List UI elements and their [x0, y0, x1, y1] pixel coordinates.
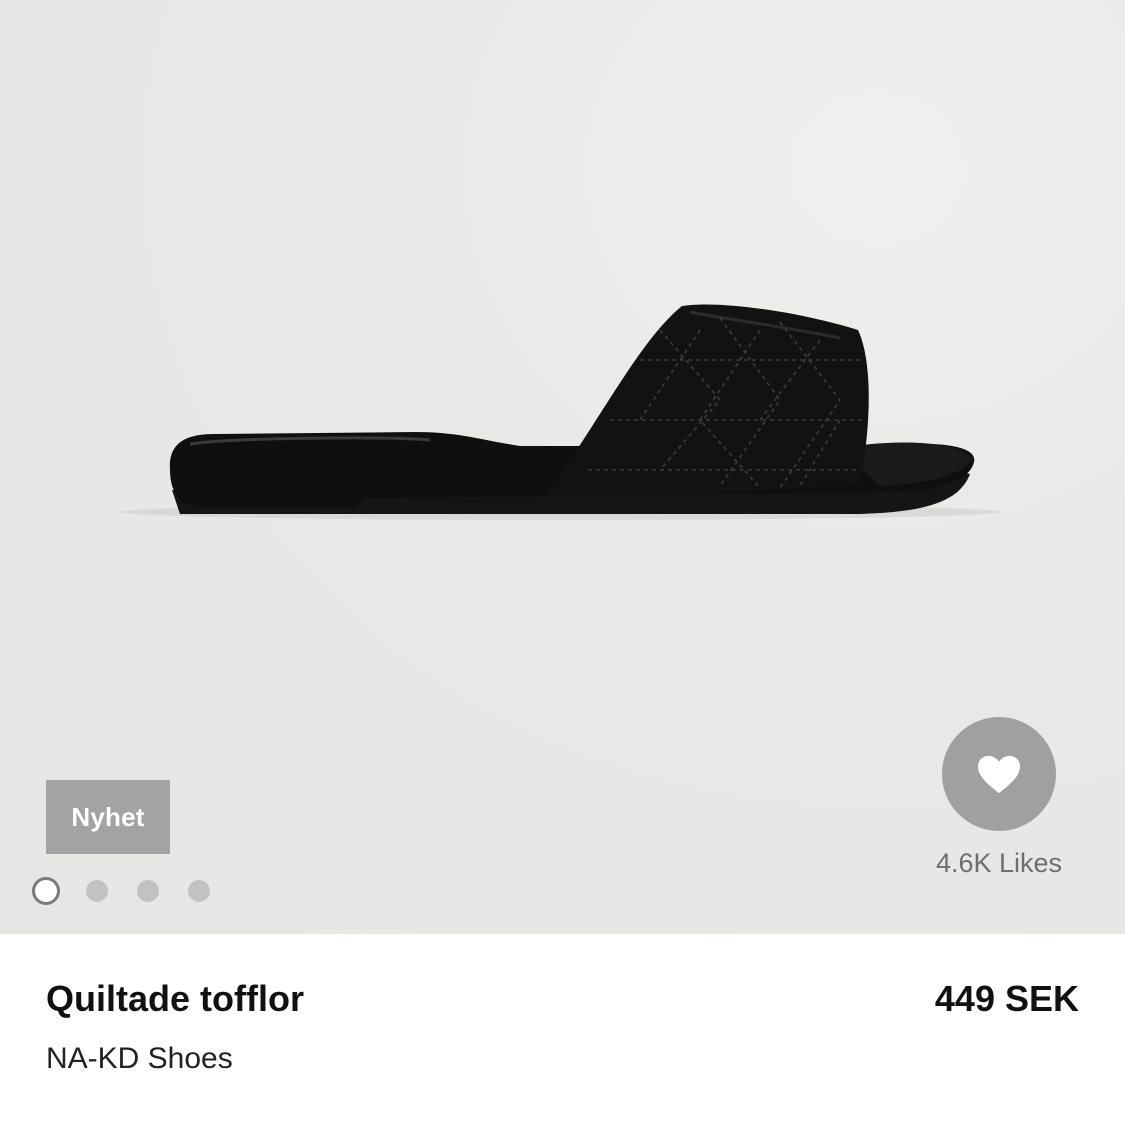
- product-info: Quiltade tofflor NA-KD Shoes 449 SEK: [0, 934, 1125, 1125]
- pagination-dot-1[interactable]: [32, 877, 60, 905]
- product-image-gallery[interactable]: Nyhet 4.6K Likes: [0, 0, 1125, 934]
- pagination-dot-3[interactable]: [137, 880, 159, 902]
- product-title[interactable]: Quiltade tofflor: [46, 978, 304, 1020]
- likes-count: 4.6K Likes: [935, 848, 1063, 878]
- image-pagination: [32, 877, 239, 905]
- pagination-dot-2[interactable]: [86, 880, 108, 902]
- brand-name[interactable]: NA-KD Shoes: [46, 1042, 233, 1076]
- new-badge: Nyhet: [46, 780, 170, 854]
- product-price: 449 SEK: [934, 978, 1079, 1019]
- pagination-dot-4[interactable]: [188, 880, 210, 902]
- like-button[interactable]: [942, 717, 1056, 831]
- heart-icon: [978, 755, 1020, 794]
